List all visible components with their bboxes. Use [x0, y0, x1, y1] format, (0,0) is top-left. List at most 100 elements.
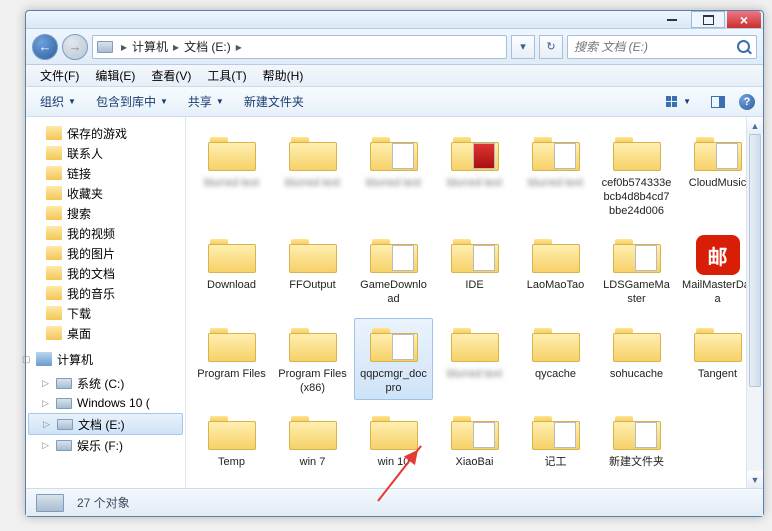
- folder-item[interactable]: LDSGameMaster: [597, 229, 676, 312]
- item-label: Temp: [218, 456, 245, 470]
- crumb-drive[interactable]: 文档 (E:): [184, 38, 231, 55]
- maximize-button[interactable]: [691, 11, 725, 28]
- item-label: LaoMaoTao: [527, 279, 585, 293]
- folder-item[interactable]: IDE: [435, 229, 514, 312]
- new-folder-button[interactable]: 新建文件夹: [238, 90, 310, 113]
- menu-file[interactable]: 文件(F): [34, 65, 85, 86]
- folder-icon: [613, 135, 661, 171]
- scroll-down-button[interactable]: ▼: [747, 471, 763, 488]
- help-button[interactable]: ?: [739, 94, 755, 110]
- drive-icon: [36, 494, 64, 512]
- refresh-button[interactable]: ↻: [539, 35, 563, 59]
- minimize-button[interactable]: [655, 11, 689, 28]
- share-button[interactable]: 共享▼: [182, 90, 230, 113]
- folder-icon: [451, 135, 499, 171]
- folder-icon: [613, 237, 661, 273]
- folder-item[interactable]: blurred text: [516, 127, 595, 223]
- nav-bar: ← → ▸ 计算机 ▸ 文档 (E:) ▸ ▾ ↻: [26, 29, 763, 65]
- back-button[interactable]: ←: [32, 34, 58, 60]
- menu-view[interactable]: 查看(V): [145, 65, 197, 86]
- menu-edit[interactable]: 编辑(E): [89, 65, 141, 86]
- tree-item[interactable]: 联系人: [28, 143, 183, 163]
- folder-item[interactable]: Program Files: [192, 318, 271, 401]
- include-in-library-button[interactable]: 包含到库中▼: [90, 90, 174, 113]
- item-label: cef0b574333ebcb4d8b4cd7bbe24d006: [601, 177, 673, 218]
- app-icon: 邮: [696, 235, 740, 275]
- folder-icon: [370, 237, 418, 273]
- item-label: Tangent: [698, 368, 737, 382]
- tree-item[interactable]: 下载: [28, 303, 183, 323]
- folder-item[interactable]: win 10: [354, 406, 433, 475]
- search-box[interactable]: [567, 35, 757, 59]
- folder-icon: [208, 326, 256, 362]
- folder-item[interactable]: 新建文件夹: [597, 406, 676, 475]
- vertical-scrollbar[interactable]: ▲ ▼: [746, 117, 763, 488]
- history-dropdown[interactable]: ▾: [511, 35, 535, 59]
- tree-drive[interactable]: ▷文档 (E:): [28, 413, 183, 435]
- tree-item[interactable]: 收藏夹: [28, 183, 183, 203]
- item-label: LDSGameMaster: [601, 279, 673, 307]
- folder-icon: [208, 135, 256, 171]
- menu-bar: 文件(F) 编辑(E) 查看(V) 工具(T) 帮助(H): [26, 65, 763, 87]
- folder-item[interactable]: 记工: [516, 406, 595, 475]
- tree-computer[interactable]: ▢计算机: [28, 349, 183, 369]
- tree-item[interactable]: 我的文档: [28, 263, 183, 283]
- menu-tools[interactable]: 工具(T): [201, 65, 252, 86]
- crumb-root[interactable]: 计算机: [132, 38, 168, 55]
- forward-button[interactable]: →: [62, 34, 88, 60]
- folder-item[interactable]: cef0b574333ebcb4d8b4cd7bbe24d006: [597, 127, 676, 223]
- tree-item[interactable]: 保存的游戏: [28, 123, 183, 143]
- item-label: qqpcmgr_docpro: [358, 368, 430, 396]
- tree-item[interactable]: 链接: [28, 163, 183, 183]
- tree-drive[interactable]: ▷系统 (C:): [28, 373, 183, 393]
- tree-item[interactable]: 我的音乐: [28, 283, 183, 303]
- folder-icon: [532, 237, 580, 273]
- tree-drive[interactable]: ▷Windows 10 (: [28, 393, 183, 413]
- tree-item[interactable]: 我的图片: [28, 243, 183, 263]
- view-mode-button[interactable]: ▼: [657, 92, 697, 112]
- items-pane[interactable]: blurred textblurred textblurred textblur…: [186, 117, 763, 488]
- folder-icon: [370, 414, 418, 450]
- tree-item[interactable]: 我的视频: [28, 223, 183, 243]
- folder-icon: [532, 326, 580, 362]
- item-label: blurred text: [204, 177, 259, 191]
- folder-item[interactable]: blurred text: [192, 127, 271, 223]
- folder-item[interactable]: LaoMaoTao: [516, 229, 595, 312]
- folder-item[interactable]: FFOutput: [273, 229, 352, 312]
- tree-item[interactable]: 搜索: [28, 203, 183, 223]
- folder-item[interactable]: qycache: [516, 318, 595, 401]
- folder-item[interactable]: sohucache: [597, 318, 676, 401]
- folder-icon: [694, 135, 742, 171]
- scroll-thumb[interactable]: [749, 134, 761, 387]
- folder-item[interactable]: blurred text: [273, 127, 352, 223]
- folder-item[interactable]: Download: [192, 229, 271, 312]
- item-label: win 7: [300, 456, 326, 470]
- folder-item[interactable]: qqpcmgr_docpro: [354, 318, 433, 401]
- folder-icon: [694, 326, 742, 362]
- folder-item[interactable]: blurred text: [354, 127, 433, 223]
- preview-pane-button[interactable]: [705, 93, 731, 111]
- folder-item[interactable]: blurred text: [435, 318, 514, 401]
- close-button[interactable]: ×: [727, 11, 761, 28]
- scroll-up-button[interactable]: ▲: [747, 117, 763, 134]
- folder-item[interactable]: blurred text: [435, 127, 514, 223]
- folder-icon: [451, 326, 499, 362]
- folder-item[interactable]: Temp: [192, 406, 271, 475]
- folder-icon: [289, 326, 337, 362]
- menu-help[interactable]: 帮助(H): [257, 65, 310, 86]
- folder-icon: [289, 414, 337, 450]
- folder-item[interactable]: XiaoBai: [435, 406, 514, 475]
- tree-item[interactable]: 桌面: [28, 323, 183, 343]
- organize-button[interactable]: 组织▼: [34, 90, 82, 113]
- search-input[interactable]: [574, 40, 724, 54]
- crumb-sep: ▸: [118, 40, 130, 54]
- item-label: GameDownload: [358, 279, 430, 307]
- folder-item[interactable]: Program Files (x86): [273, 318, 352, 401]
- folder-item[interactable]: GameDownload: [354, 229, 433, 312]
- item-label: FFOutput: [289, 279, 335, 293]
- title-bar: ×: [26, 11, 763, 29]
- search-icon[interactable]: [737, 40, 750, 53]
- folder-item[interactable]: win 7: [273, 406, 352, 475]
- tree-drive[interactable]: ▷娱乐 (F:): [28, 435, 183, 455]
- breadcrumb[interactable]: ▸ 计算机 ▸ 文档 (E:) ▸: [92, 35, 507, 59]
